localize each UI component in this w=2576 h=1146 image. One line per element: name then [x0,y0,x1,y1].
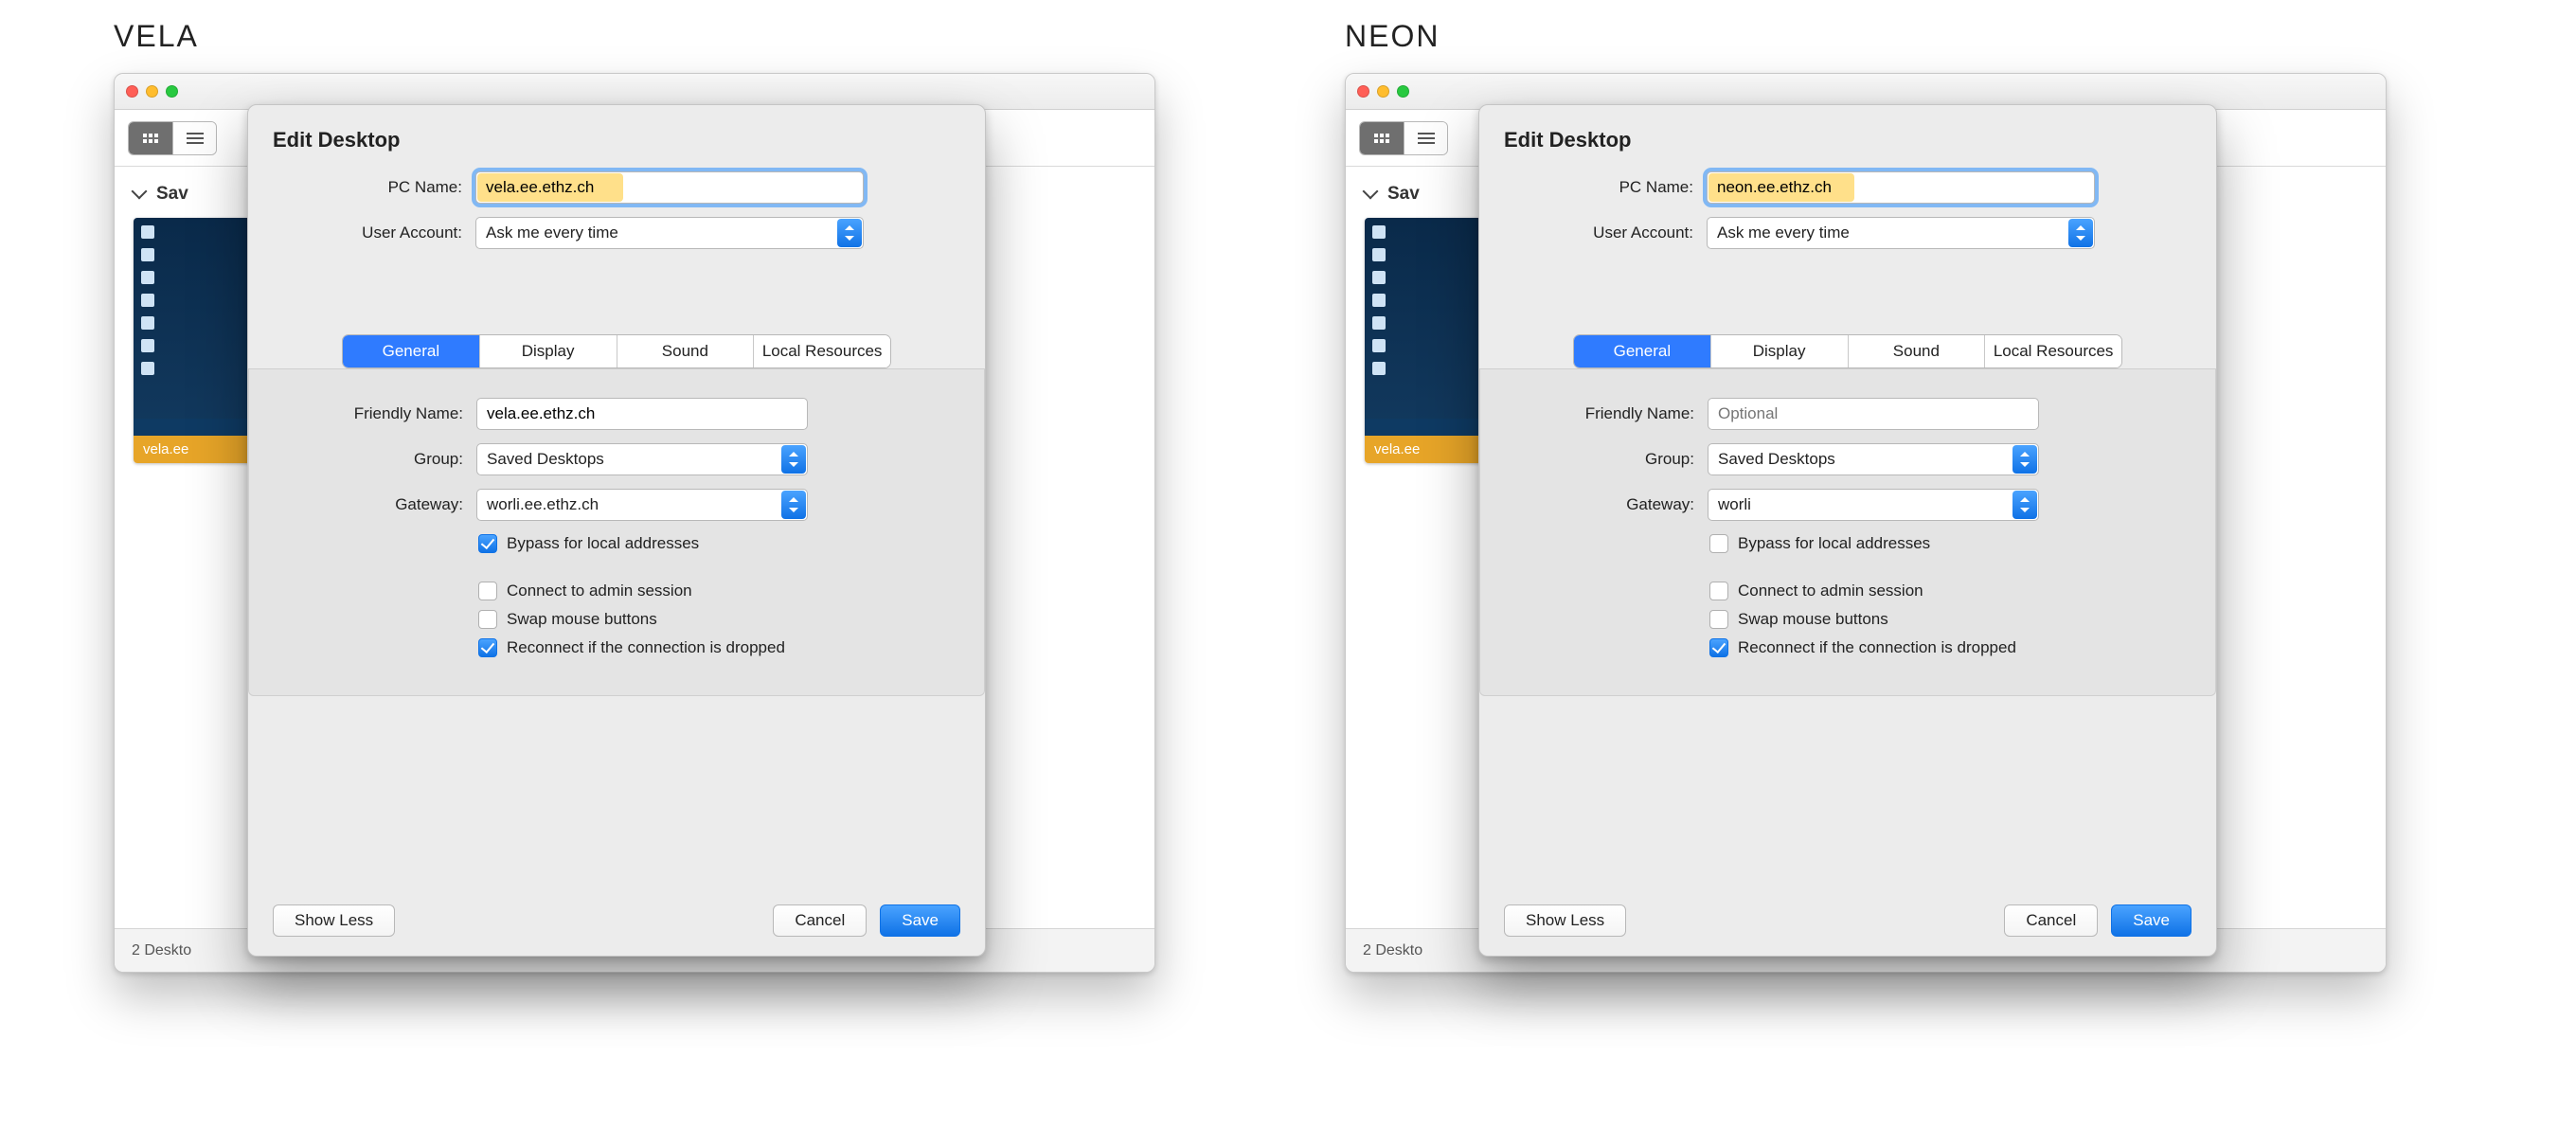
save-button[interactable]: Save [2111,904,2191,937]
chevron-down-icon [1365,188,1378,201]
pc-name-label: PC Name: [1504,178,1693,197]
edit-desktop-sheet: Edit Desktop PC Name: User Account: Ask me … [247,104,986,957]
list-icon [1418,133,1435,144]
view-toggle [128,121,217,155]
group-select[interactable]: Saved Desktops [1708,443,2039,475]
user-account-value: Ask me every time [486,224,618,242]
grid-view-button[interactable] [129,122,172,154]
settings-tabs: GeneralDisplaySoundLocal Resources [1573,334,2122,368]
friendly-name-label: Friendly Name: [274,404,463,423]
gateway-select[interactable]: worli.ee.ethz.ch [476,489,808,521]
edit-desktop-sheet: Edit Desktop PC Name: User Account: Ask me … [1478,104,2217,957]
swap-label: Swap mouse buttons [1738,610,1888,629]
bypass-label: Bypass for local addresses [1738,534,1930,553]
chevron-updown-icon [781,491,806,519]
settings-tabs: GeneralDisplaySoundLocal Resources [342,334,891,368]
user-account-select[interactable]: Ask me every time [475,217,864,249]
gateway-label: Gateway: [274,495,463,514]
list-view-button[interactable] [1404,122,1447,154]
close-icon[interactable] [126,85,138,98]
user-account-label: User Account: [1504,224,1693,242]
remote-desktop-window: Savvela.ee2 DesktoEdit DesktopPC Name:Us… [114,73,1155,973]
admin-checkbox[interactable] [1709,582,1728,600]
reconnect-label: Reconnect if the connection is dropped [1738,638,2016,657]
chevron-updown-icon [2068,219,2093,247]
tab-general-body: Friendly Name: Group: Saved Desktops Gatewa… [1479,368,2216,696]
swap-label: Swap mouse buttons [507,610,657,629]
list-view-button[interactable] [172,122,216,154]
user-account-select[interactable]: Ask me every time [1707,217,2095,249]
pc-name-input[interactable] [1708,172,2094,203]
minimize-icon[interactable] [1377,85,1389,98]
grid-icon [143,134,158,143]
group-label: Group: [274,450,463,469]
admin-label: Connect to admin session [507,582,692,600]
tab-sound[interactable]: Sound [617,335,754,367]
list-icon [187,133,204,144]
tab-local[interactable]: Local Resources [753,335,890,367]
grid-view-button[interactable] [1360,122,1404,154]
pc-name-input[interactable] [476,172,863,203]
remote-desktop-window: Savvela.ee2 DesktoEdit DesktopPC Name:Us… [1345,73,2387,973]
minimize-icon[interactable] [146,85,158,98]
chevron-updown-icon [2012,445,2037,474]
gateway-value: worli [1718,495,1751,514]
reconnect-label: Reconnect if the connection is dropped [507,638,785,657]
chevron-down-icon [134,188,147,201]
save-button[interactable]: Save [880,904,960,937]
tab-display[interactable]: Display [1710,335,1848,367]
show-less-button[interactable]: Show Less [1504,904,1626,937]
section-title: Sav [1387,184,1420,205]
friendly-name-input[interactable] [476,398,808,430]
tab-local[interactable]: Local Resources [1984,335,2121,367]
zoom-icon[interactable] [1397,85,1409,98]
close-icon[interactable] [1357,85,1369,98]
grid-icon [1374,134,1389,143]
gateway-select[interactable]: worli [1708,489,2039,521]
panel-title: NEON [1345,19,2453,54]
sheet-title: Edit Desktop [273,128,960,152]
tab-display[interactable]: Display [479,335,617,367]
friendly-name-input[interactable] [1708,398,2039,430]
chevron-updown-icon [781,445,806,474]
cancel-button[interactable]: Cancel [2004,904,2098,937]
tab-general[interactable]: General [1574,335,1710,367]
group-value: Saved Desktops [487,450,604,469]
group-value: Saved Desktops [1718,450,1835,469]
status-text: 2 Deskto [1363,942,1422,959]
chevron-updown-icon [2012,491,2037,519]
reconnect-checkbox[interactable] [1709,638,1728,657]
friendly-name-label: Friendly Name: [1505,404,1694,423]
group-label: Group: [1505,450,1694,469]
view-toggle [1359,121,1448,155]
swap-checkbox[interactable] [478,610,497,629]
reconnect-checkbox[interactable] [478,638,497,657]
admin-label: Connect to admin session [1738,582,1923,600]
pc-name-label: PC Name: [273,178,462,197]
bypass-checkbox[interactable] [478,534,497,553]
gateway-value: worli.ee.ethz.ch [487,495,599,514]
swap-checkbox[interactable] [1709,610,1728,629]
tab-general-body: Friendly Name: Group: Saved Desktops Gatewa… [248,368,985,696]
panel-title: VELA [114,19,1222,54]
show-less-button[interactable]: Show Less [273,904,395,937]
status-text: 2 Deskto [132,942,191,959]
user-account-value: Ask me every time [1717,224,1850,242]
tab-sound[interactable]: Sound [1848,335,1985,367]
chevron-updown-icon [837,219,862,247]
cancel-button[interactable]: Cancel [773,904,867,937]
bypass-checkbox[interactable] [1709,534,1728,553]
sheet-title: Edit Desktop [1504,128,2191,152]
zoom-icon[interactable] [166,85,178,98]
tab-general[interactable]: General [343,335,479,367]
user-account-label: User Account: [273,224,462,242]
gateway-label: Gateway: [1505,495,1694,514]
admin-checkbox[interactable] [478,582,497,600]
section-title: Sav [156,184,188,205]
bypass-label: Bypass for local addresses [507,534,699,553]
group-select[interactable]: Saved Desktops [476,443,808,475]
